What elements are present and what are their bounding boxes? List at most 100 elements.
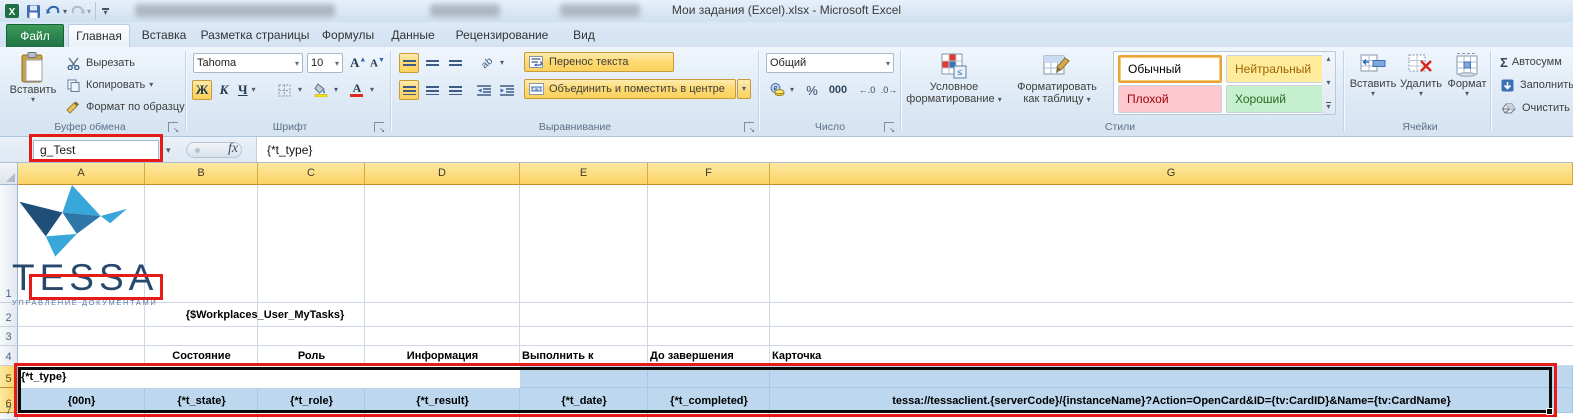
tab-file[interactable]: Файл: [6, 24, 64, 47]
tab-insert[interactable]: Вставка: [134, 24, 194, 47]
cell-g4-header[interactable]: Карточка: [772, 346, 1072, 366]
font-color-dropdown-arrow[interactable]: ▾: [370, 86, 374, 94]
cut-button[interactable]: Вырезать: [62, 53, 137, 73]
paste-button[interactable]: Вставить ▾: [8, 52, 58, 104]
cell-d4-header[interactable]: Информация: [365, 346, 520, 366]
font-family-select[interactable]: Tahoma▾: [193, 53, 303, 73]
copy-button[interactable]: Копировать ▾: [62, 75, 155, 95]
wrap-text-button[interactable]: Перенос текста: [524, 52, 674, 72]
fx-icon[interactable]: fx: [228, 141, 238, 157]
name-box[interactable]: g_Test: [33, 140, 159, 160]
cell-e6[interactable]: {*t_date}: [520, 388, 648, 413]
decrease-decimal-button[interactable]: .0→: [878, 80, 900, 100]
font-size-select[interactable]: 10▾: [307, 53, 343, 73]
cell-b6[interactable]: {*t_state}: [145, 388, 258, 413]
align-center-button[interactable]: [422, 80, 442, 100]
orientation-button[interactable]: ab ▾: [476, 53, 508, 73]
cell-b2-workplace-tag[interactable]: {$Workplaces_User_MyTasks}: [145, 303, 385, 327]
select-all-corner[interactable]: [0, 163, 18, 185]
insert-cells-dropdown-arrow[interactable]: ▾: [1371, 90, 1375, 98]
row-header-3[interactable]: 3: [0, 327, 18, 346]
cell-a5-type-tag[interactable]: {*t_type}: [18, 366, 520, 388]
format-as-table-button[interactable]: Форматировать как таблицу ▾: [1004, 51, 1110, 105]
tab-data[interactable]: Данные: [384, 24, 442, 47]
fill-handle[interactable]: [1546, 408, 1553, 415]
increase-indent-button[interactable]: [497, 80, 517, 100]
align-left-button[interactable]: [399, 80, 419, 100]
align-bottom-button[interactable]: [445, 53, 465, 73]
underline-button[interactable]: Ч ▾: [236, 80, 262, 100]
column-header-g[interactable]: G: [770, 163, 1573, 185]
style-bad[interactable]: Плохой: [1118, 85, 1222, 113]
underline-dropdown-arrow[interactable]: ▾: [252, 86, 256, 94]
style-normal[interactable]: Обычный: [1118, 55, 1222, 83]
accounting-dropdown-arrow[interactable]: ▾: [790, 86, 794, 94]
cell-f5[interactable]: [648, 366, 770, 388]
tab-home[interactable]: Главная: [68, 24, 130, 47]
grow-font-button[interactable]: А▲: [348, 53, 366, 73]
format-painter-button[interactable]: Формат по образцу: [62, 97, 187, 117]
number-dialog-launcher[interactable]: ↘: [884, 122, 894, 132]
autosum-button[interactable]: Σ Автосумм: [1498, 52, 1573, 72]
decrease-indent-button[interactable]: [474, 80, 494, 100]
cell-d6[interactable]: {*t_result}: [365, 388, 520, 413]
format-cells-button[interactable]: Формат ▾: [1446, 52, 1488, 98]
delete-cells-button[interactable]: Удалить ▾: [1398, 52, 1444, 98]
formula-input[interactable]: {*t_type}: [256, 137, 1573, 162]
column-header-d[interactable]: D: [365, 163, 520, 185]
merge-center-dropdown[interactable]: ▾: [737, 79, 751, 99]
cell-b4-header[interactable]: Состояние: [145, 346, 258, 366]
cell-c4-header[interactable]: Роль: [258, 346, 365, 366]
name-box-dropdown-arrow[interactable]: ▾: [166, 145, 171, 156]
clear-button[interactable]: Очистить: [1498, 98, 1573, 118]
tab-view[interactable]: Вид: [562, 24, 606, 47]
paste-dropdown-arrow[interactable]: ▾: [31, 96, 35, 104]
increase-decimal-button[interactable]: ←.0: [856, 80, 878, 100]
cell-a6[interactable]: {00n}: [18, 388, 145, 413]
shrink-font-button[interactable]: А▼: [368, 53, 386, 73]
borders-button[interactable]: ▾: [274, 80, 304, 100]
column-header-e[interactable]: E: [520, 163, 648, 185]
copy-dropdown-arrow[interactable]: ▾: [149, 81, 153, 89]
cell-f4-header[interactable]: До завершения: [650, 346, 770, 366]
borders-dropdown-arrow[interactable]: ▾: [298, 86, 302, 94]
style-gallery-scroll[interactable]: ▴ ▾ ▾: [1322, 51, 1336, 115]
cell-f6[interactable]: {*t_completed}: [648, 388, 770, 413]
delete-cells-dropdown-arrow[interactable]: ▾: [1419, 90, 1423, 98]
conditional-formatting-button[interactable]: ≤ Условное форматирование ▾: [906, 51, 1002, 105]
italic-button[interactable]: К: [215, 80, 233, 100]
cell-e5[interactable]: [520, 366, 648, 388]
cell-g5[interactable]: [770, 366, 1573, 388]
bold-button[interactable]: Ж: [192, 80, 212, 100]
row-header-4[interactable]: 4: [0, 346, 18, 366]
number-format-select[interactable]: Общий▾: [766, 53, 894, 73]
row-header-5[interactable]: 5: [0, 366, 18, 388]
fill-color-dropdown-arrow[interactable]: ▾: [334, 86, 338, 94]
align-right-button[interactable]: [445, 80, 465, 100]
column-header-c[interactable]: C: [258, 163, 365, 185]
align-middle-button[interactable]: [422, 53, 442, 73]
comma-style-button[interactable]: 000: [824, 80, 852, 100]
percent-button[interactable]: %: [802, 80, 822, 100]
format-cells-dropdown-arrow[interactable]: ▾: [1465, 90, 1469, 98]
style-neutral[interactable]: Нейтральный: [1226, 55, 1330, 83]
column-header-a[interactable]: A: [18, 163, 145, 185]
font-dialog-launcher[interactable]: ↘: [374, 122, 384, 132]
accounting-format-button[interactable]: ₽ ▾: [766, 80, 798, 100]
clipboard-dialog-launcher[interactable]: ↘: [168, 122, 178, 132]
fill-color-button[interactable]: ▾: [310, 80, 340, 100]
align-top-button[interactable]: [399, 53, 419, 73]
cell-e4-header[interactable]: Выполнить к: [522, 346, 648, 366]
fill-button[interactable]: Заполнить: [1498, 75, 1573, 95]
merge-center-button[interactable]: a Объединить и поместить в центре: [524, 79, 736, 99]
insert-cells-button[interactable]: Вставить ▾: [1350, 52, 1396, 98]
tab-review[interactable]: Рецензирование: [446, 24, 558, 47]
alignment-dialog-launcher[interactable]: ↘: [744, 122, 754, 132]
orientation-dropdown-arrow[interactable]: ▾: [500, 59, 504, 67]
tab-formulas[interactable]: Формулы: [316, 24, 380, 47]
cell-c6[interactable]: {*t_role}: [258, 388, 365, 413]
tab-page-layout[interactable]: Разметка страницы: [198, 24, 312, 47]
column-header-f[interactable]: F: [648, 163, 770, 185]
column-header-b[interactable]: B: [145, 163, 258, 185]
row-header-7[interactable]: 7: [0, 413, 18, 420]
